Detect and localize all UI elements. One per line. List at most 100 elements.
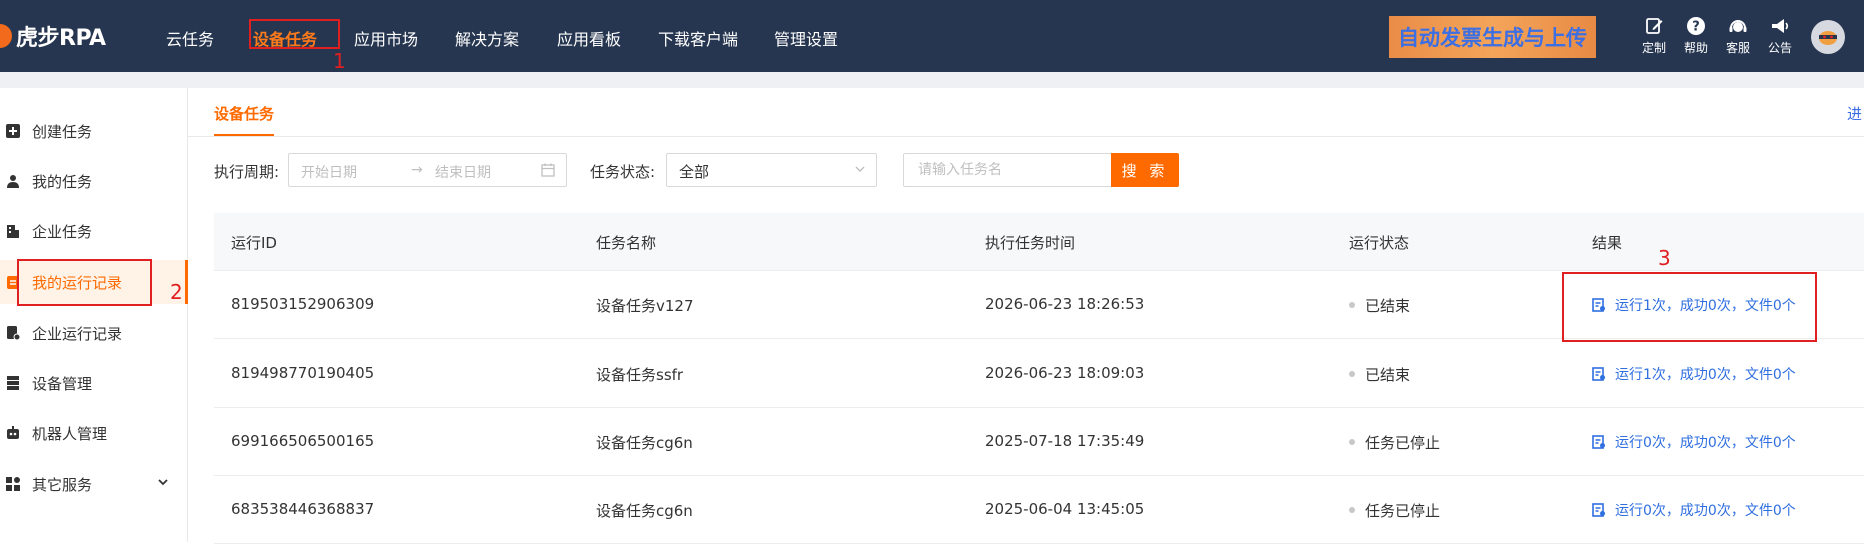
record-icon xyxy=(6,326,20,340)
annotation-number-1: 1 xyxy=(333,49,346,73)
sidebar-item-label: 机器人管理 xyxy=(32,424,108,443)
date-range-picker[interactable]: 开始日期 → 结束日期 xyxy=(288,153,567,187)
column-header-result: 结果 xyxy=(1592,234,1623,252)
run-status-cell: 任务已停止 xyxy=(1349,432,1440,453)
sidebar-item-device-management[interactable]: 设备管理 xyxy=(0,361,188,405)
run-status-text: 任务已停止 xyxy=(1365,434,1441,452)
exec-time-cell: 2026-06-23 18:09:03 xyxy=(985,364,1145,382)
building-icon xyxy=(6,224,20,238)
run-id-cell: 699166506500165 xyxy=(231,432,375,450)
report-icon xyxy=(1592,503,1605,517)
end-date-input[interactable]: 结束日期 xyxy=(435,162,491,182)
sidebar-item-robot-management[interactable]: 机器人管理 xyxy=(0,411,188,455)
nav-admin-settings[interactable]: 管理设置 xyxy=(774,26,838,50)
task-name-cell: 设备任务v127 xyxy=(596,297,694,315)
task-name-search-input[interactable]: 请输入任务名 xyxy=(903,153,1112,187)
task-name-cell: 设备任务ssfr xyxy=(596,366,684,384)
customer-service-label: 客服 xyxy=(1725,41,1750,55)
table-row: 683538446368837 设备任务cg6n 2025-06-04 13:4… xyxy=(214,476,1864,544)
status-dot-icon xyxy=(1349,438,1355,445)
grid-icon xyxy=(6,477,20,491)
logo-text: 虎步RPA xyxy=(16,26,106,51)
edit-icon xyxy=(1646,18,1663,34)
logo-mark-icon xyxy=(0,24,12,48)
annotation-box-1 xyxy=(249,19,340,49)
announcement-button[interactable]: 公告 xyxy=(1760,16,1800,56)
header-spacer xyxy=(0,72,1864,88)
report-icon xyxy=(1592,367,1605,381)
tab-divider xyxy=(188,136,1864,137)
customize-button[interactable]: 定制 xyxy=(1634,16,1674,56)
nav-app-market[interactable]: 应用市场 xyxy=(354,26,418,50)
search-button[interactable]: 搜 索 xyxy=(1111,153,1179,187)
customer-service-button[interactable]: 客服 xyxy=(1718,16,1758,56)
sidebar-item-enterprise-run-records[interactable]: 企业运行记录 xyxy=(0,311,188,355)
nav-solutions[interactable]: 解决方案 xyxy=(455,26,519,50)
help-button[interactable]: ? 帮助 xyxy=(1676,16,1716,56)
sidebar: 创建任务 我的任务 企业任务 我的运行记录 企业运行记录 设备管理 机器人管理 … xyxy=(0,88,188,542)
run-status-text: 已结束 xyxy=(1365,366,1411,384)
exec-time-cell: 2025-07-18 17:35:49 xyxy=(985,432,1145,450)
column-header-exec-time: 执行任务时间 xyxy=(985,234,1076,252)
run-id-cell: 683538446368837 xyxy=(231,500,375,518)
table-header: 运行ID 任务名称 执行任务时间 运行状态 结果 xyxy=(214,213,1864,271)
result-link[interactable]: 运行0次，成功0次，文件0个 xyxy=(1592,432,1796,452)
megaphone-icon xyxy=(1772,19,1789,33)
robot-icon xyxy=(6,426,20,440)
period-label: 执行周期: xyxy=(214,163,280,181)
sidebar-item-label: 其它服务 xyxy=(32,475,93,494)
status-select-value: 全部 xyxy=(679,163,710,181)
run-status-cell: 任务已停止 xyxy=(1349,500,1440,521)
annotation-number-2: 2 xyxy=(170,280,183,304)
start-date-input[interactable]: 开始日期 xyxy=(301,162,357,182)
nav-cloud-tasks[interactable]: 云任务 xyxy=(166,26,214,50)
sidebar-item-label: 设备管理 xyxy=(32,374,93,393)
chevron-down-icon[interactable] xyxy=(157,476,169,488)
user-icon xyxy=(6,174,20,188)
avatar-face-icon xyxy=(1819,31,1837,45)
column-header-run-id: 运行ID xyxy=(231,234,277,252)
status-dot-icon xyxy=(1349,301,1355,308)
task-name-cell: 设备任务cg6n xyxy=(596,434,693,452)
run-status-text: 已结束 xyxy=(1365,297,1411,315)
calendar-icon[interactable] xyxy=(541,163,555,177)
annotation-number-3: 3 xyxy=(1658,246,1671,270)
table-row: 699166506500165 设备任务cg6n 2025-07-18 17:3… xyxy=(214,408,1864,476)
run-status-text: 任务已停止 xyxy=(1365,502,1441,520)
report-icon xyxy=(1592,435,1605,449)
sidebar-item-enterprise-tasks[interactable]: 企业任务 xyxy=(0,209,188,253)
status-dot-icon xyxy=(1349,370,1355,377)
annotation-box-2 xyxy=(17,259,152,306)
result-text: 运行0次，成功0次，文件0个 xyxy=(1615,435,1796,451)
nav-download-client[interactable]: 下载客户端 xyxy=(658,26,738,50)
sidebar-item-label: 企业任务 xyxy=(32,222,93,241)
result-link[interactable]: 运行1次，成功0次，文件0个 xyxy=(1592,364,1796,384)
sidebar-item-label: 创建任务 xyxy=(32,122,93,141)
help-icon: ? xyxy=(1687,17,1705,35)
sidebar-item-other-services[interactable]: 其它服务 xyxy=(0,462,188,506)
svg-text:?: ? xyxy=(1692,20,1700,35)
task-name-cell: 设备任务cg6n xyxy=(596,502,693,520)
logo[interactable]: 虎步RPA xyxy=(0,22,106,51)
column-header-task-name: 任务名称 xyxy=(596,234,657,252)
user-avatar[interactable] xyxy=(1811,20,1845,54)
run-status-cell: 已结束 xyxy=(1349,295,1410,316)
sidebar-item-label: 我的任务 xyxy=(32,172,93,191)
run-id-cell: 819503152906309 xyxy=(231,295,375,313)
table-row: 819498770190405 设备任务ssfr 2026-06-23 18:0… xyxy=(214,340,1864,408)
status-select[interactable]: 全部 xyxy=(666,153,877,187)
result-text: 运行1次，成功0次，文件0个 xyxy=(1615,367,1796,383)
tab-right-link[interactable]: 进 xyxy=(1847,103,1862,124)
banner-text: 自动发票生成与上传 xyxy=(1398,26,1587,50)
headset-icon xyxy=(1729,20,1747,32)
server-icon xyxy=(6,376,20,390)
nav-app-dashboard[interactable]: 应用看板 xyxy=(557,26,621,50)
tab-device-tasks[interactable]: 设备任务 xyxy=(214,103,274,124)
result-link[interactable]: 运行0次，成功0次，文件0个 xyxy=(1592,500,1796,520)
range-arrow-icon: → xyxy=(411,162,423,178)
run-id-cell: 819498770190405 xyxy=(231,364,375,382)
sidebar-item-create-task[interactable]: 创建任务 xyxy=(0,109,188,153)
sidebar-item-my-tasks[interactable]: 我的任务 xyxy=(0,159,188,203)
promo-banner[interactable]: 自动发票生成与上传 xyxy=(1389,16,1596,58)
help-label: 帮助 xyxy=(1683,41,1708,55)
